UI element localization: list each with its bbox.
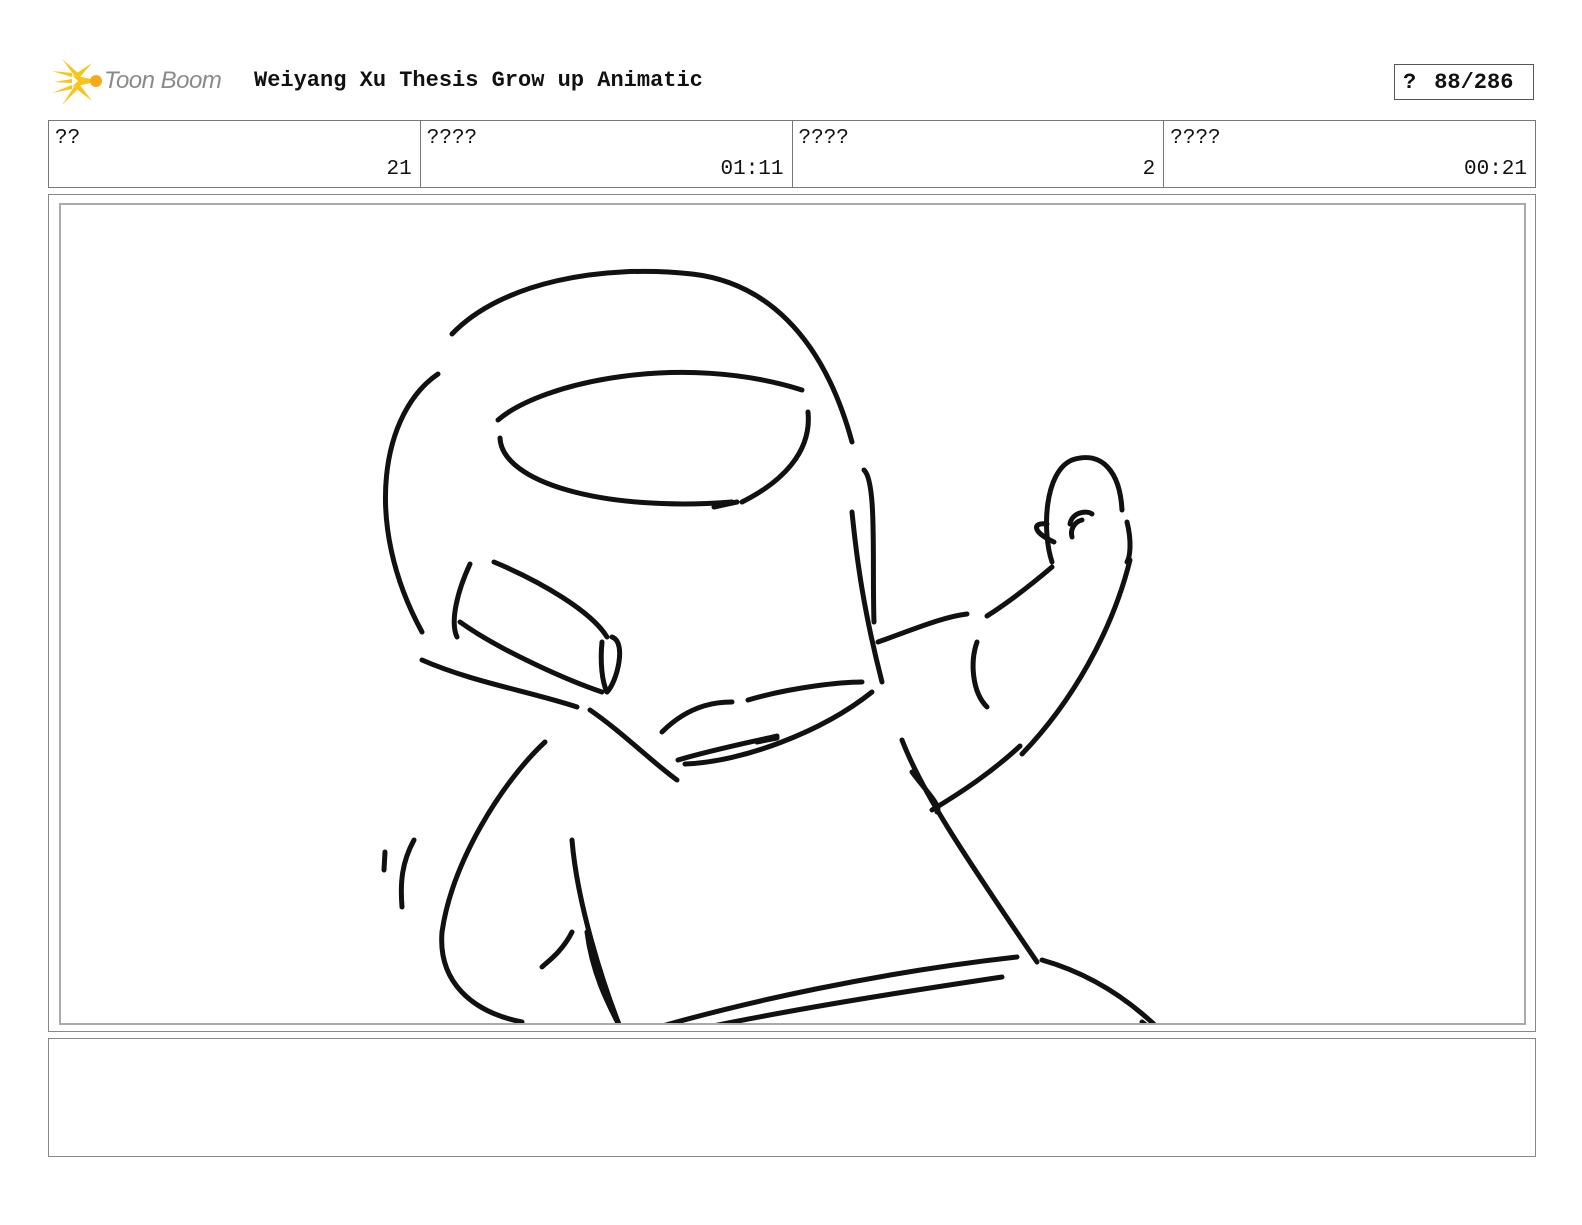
info-cell-label: ???? <box>426 127 478 150</box>
page-indicator: ? 88/286 <box>1394 64 1534 100</box>
notes-box <box>48 1038 1536 1157</box>
info-cell-panel-duration: ???? 00:21 <box>1164 121 1535 187</box>
project-title: Weiyang Xu Thesis Grow up Animatic <box>254 68 703 93</box>
info-cell-value: 01:11 <box>720 158 784 181</box>
info-cell-value: 2 <box>1142 158 1156 181</box>
scene-info-row: ?? 21 ???? 01:11 ???? 2 ???? 00:21 <box>48 120 1536 188</box>
info-cell-label: ???? <box>798 127 849 150</box>
page-number: 88/286 <box>1434 69 1514 95</box>
page-marker: ? <box>1403 69 1417 95</box>
astronaut-sketch-icon <box>381 268 1157 1023</box>
toon-boom-logo: Toon Boom <box>52 57 242 107</box>
starburst-icon <box>52 59 102 105</box>
info-cell-value: 21 <box>386 158 412 181</box>
info-cell-label: ?? <box>55 127 81 150</box>
info-cell-value: 00:21 <box>1463 158 1527 181</box>
info-cell-scene-duration: ???? 01:11 <box>421 121 793 187</box>
info-cell-label: ???? <box>1170 127 1221 150</box>
info-cell-panel: ???? 2 <box>793 121 1165 187</box>
storyboard-panel <box>59 203 1526 1025</box>
logo-text: Toon Boom <box>104 67 222 94</box>
info-cell-scene: ?? 21 <box>49 121 421 187</box>
